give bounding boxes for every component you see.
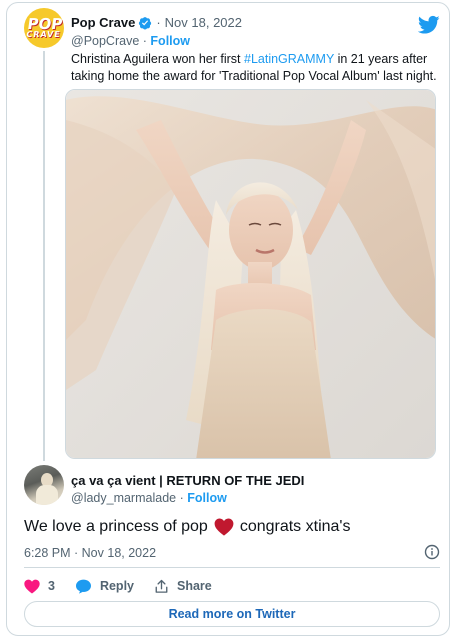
- quoted-handle[interactable]: @PopCrave: [71, 34, 139, 48]
- follow-popcrave-link[interactable]: Follow: [150, 34, 190, 48]
- author-handle[interactable]: @lady_marmalade: [71, 491, 176, 505]
- share-button[interactable]: Share: [154, 579, 212, 594]
- tweet-timestamp[interactable]: 6:28 PM · Nov 18, 2022: [24, 546, 156, 560]
- lady-marmalade-avatar[interactable]: [24, 465, 64, 505]
- quoted-handle-row: @PopCrave · Follow: [71, 34, 190, 48]
- popcrave-logo: POP CRAVE: [25, 14, 64, 39]
- share-icon: [155, 579, 168, 593]
- tweet-embed-card: POP CRAVE Pop Crave · Nov 18, 2022 @PopC…: [6, 2, 450, 636]
- read-more-button[interactable]: Read more on Twitter: [24, 601, 440, 627]
- tweet-photo[interactable]: [65, 89, 436, 459]
- action-bar: 3 Reply Share: [24, 576, 232, 596]
- twitter-bird-icon[interactable]: [418, 15, 440, 35]
- reply-label: Reply: [99, 579, 134, 593]
- heart-icon: [24, 579, 40, 593]
- reply-button[interactable]: Reply: [75, 579, 134, 594]
- author-handle-row: @lady_marmalade · Follow: [71, 491, 227, 505]
- red-heart-emoji-icon: [214, 518, 234, 536]
- actions-divider: [24, 567, 440, 568]
- hashtag-link[interactable]: #LatinGRAMMY: [244, 52, 334, 66]
- like-count: 3: [48, 579, 55, 593]
- share-label: Share: [177, 579, 212, 593]
- like-button[interactable]: 3: [24, 579, 55, 594]
- quoted-tweet-header: Pop Crave · Nov 18, 2022: [71, 15, 242, 30]
- popcrave-avatar[interactable]: POP CRAVE: [24, 8, 64, 48]
- header-separator: ·: [156, 15, 161, 30]
- quoted-tweet-date[interactable]: Nov 18, 2022: [165, 15, 242, 30]
- quoted-tweet-text: Christina Aguilera won her first #LatinG…: [71, 52, 437, 83]
- photo-illustration: [66, 90, 435, 458]
- verified-badge-icon: [138, 16, 152, 30]
- handle-separator: ·: [179, 491, 184, 505]
- reply-bubble-icon: [75, 579, 91, 594]
- follow-author-link[interactable]: Follow: [187, 491, 227, 505]
- tweet-text: We love a princess of pop congrats xtina…: [24, 518, 351, 536]
- info-icon[interactable]: [424, 544, 440, 560]
- handle-separator: ·: [142, 34, 147, 48]
- thread-line: [43, 51, 45, 461]
- author-name[interactable]: ça va ça vient | RETURN OF THE JEDI: [71, 473, 304, 488]
- quoted-author-name[interactable]: Pop Crave: [71, 15, 135, 30]
